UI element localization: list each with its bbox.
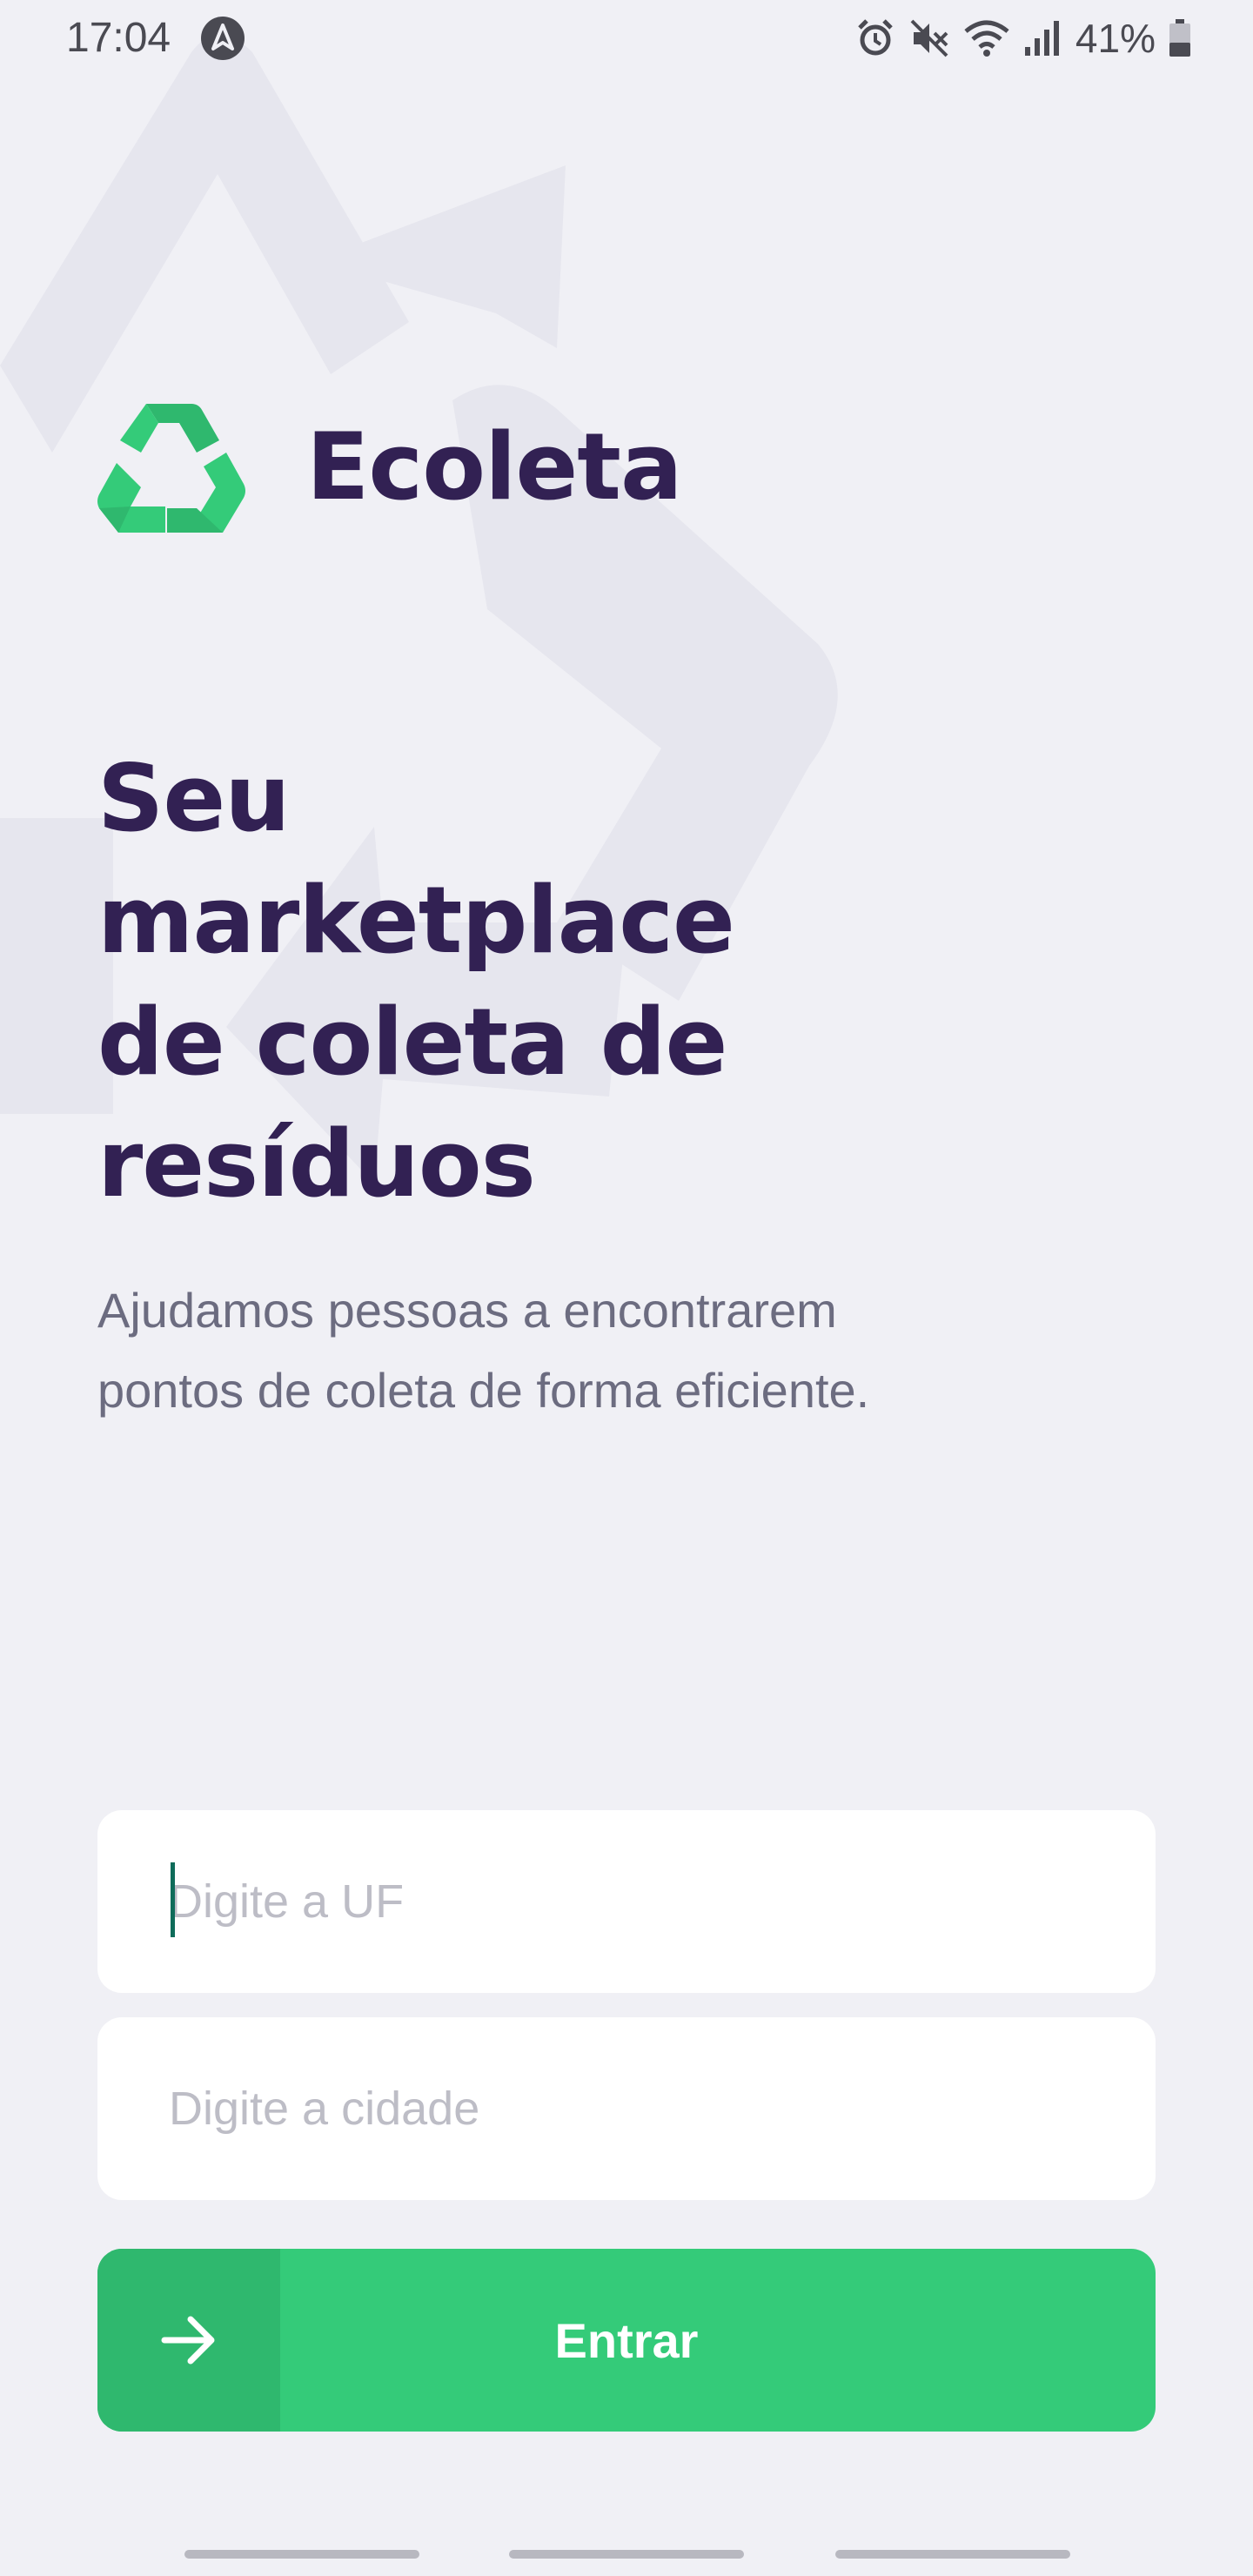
enter-button-label: Entrar [554, 2312, 699, 2368]
page-title: Seu marketplace de coleta de resíduos [97, 745, 735, 1218]
recycle-icon [97, 404, 245, 533]
status-icons: 41% [842, 10, 1192, 66]
page-description: Ajudamos pessoas a encontrarem pontos de… [97, 1283, 870, 1418]
battery-percent: 41% [1075, 16, 1156, 61]
wifi-icon [964, 20, 1009, 57]
vibrate-mute-icon [910, 19, 948, 57]
alarm-icon [858, 19, 893, 56]
status-time: 17:04 [66, 15, 171, 61]
battery-icon [1169, 19, 1190, 57]
uf-field-container[interactable] [97, 1810, 1156, 1993]
system-nav-bar [0, 2532, 1253, 2576]
city-field-container[interactable] [97, 2017, 1156, 2200]
recent-apps-icon[interactable] [184, 2550, 419, 2559]
brand-logo: Ecoleta [96, 397, 682, 536]
back-icon[interactable] [835, 2550, 1070, 2559]
arrow-right-icon [161, 2316, 215, 2365]
uf-input[interactable] [169, 1875, 1084, 1929]
city-input[interactable] [169, 2082, 1084, 2136]
text-cursor [171, 1862, 175, 1937]
status-bar: 17:04 41% [0, 0, 1253, 77]
home-screen: Ecoleta Seu marketplace de coleta de res… [0, 0, 1253, 2576]
navigation-badge-icon [201, 17, 245, 60]
enter-button[interactable]: Entrar [97, 2249, 1156, 2432]
brand-name: Ecoleta [306, 413, 682, 520]
home-icon[interactable] [509, 2550, 744, 2559]
signal-icon [1024, 21, 1059, 56]
enter-button-icon-box [97, 2249, 280, 2432]
